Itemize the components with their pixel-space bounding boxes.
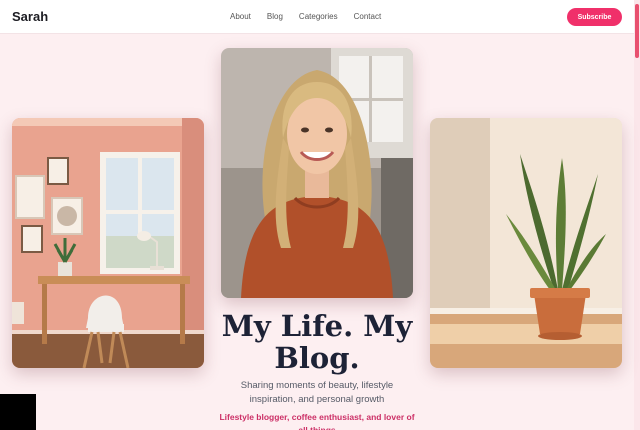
nav-link-categories[interactable]: Categories	[299, 12, 338, 21]
nav-link-about[interactable]: About	[230, 12, 251, 21]
portrait-photo	[221, 48, 413, 298]
brand-logo[interactable]: Sarah	[12, 9, 48, 24]
scrollbar-thumb[interactable]	[635, 4, 639, 58]
potted-plant-image	[430, 118, 622, 368]
nav-links: About Blog Categories Contact	[230, 12, 381, 21]
subscribe-button[interactable]: Subscribe	[567, 8, 622, 26]
hero-tagline: Lifestyle blogger, coffee enthusiast, an…	[219, 412, 415, 430]
scrollbar[interactable]	[634, 0, 640, 430]
top-nav: Sarah About Blog Categories Contact Subs…	[0, 0, 640, 34]
room-with-desk-image	[12, 118, 204, 368]
black-overlay-block	[0, 394, 36, 430]
hero-title: My Life. My Blog.	[221, 309, 413, 375]
hero-subtitle: Sharing moments of beauty, lifestyle ins…	[240, 380, 394, 405]
nav-link-contact[interactable]: Contact	[354, 12, 382, 21]
nav-link-blog[interactable]: Blog	[267, 12, 283, 21]
